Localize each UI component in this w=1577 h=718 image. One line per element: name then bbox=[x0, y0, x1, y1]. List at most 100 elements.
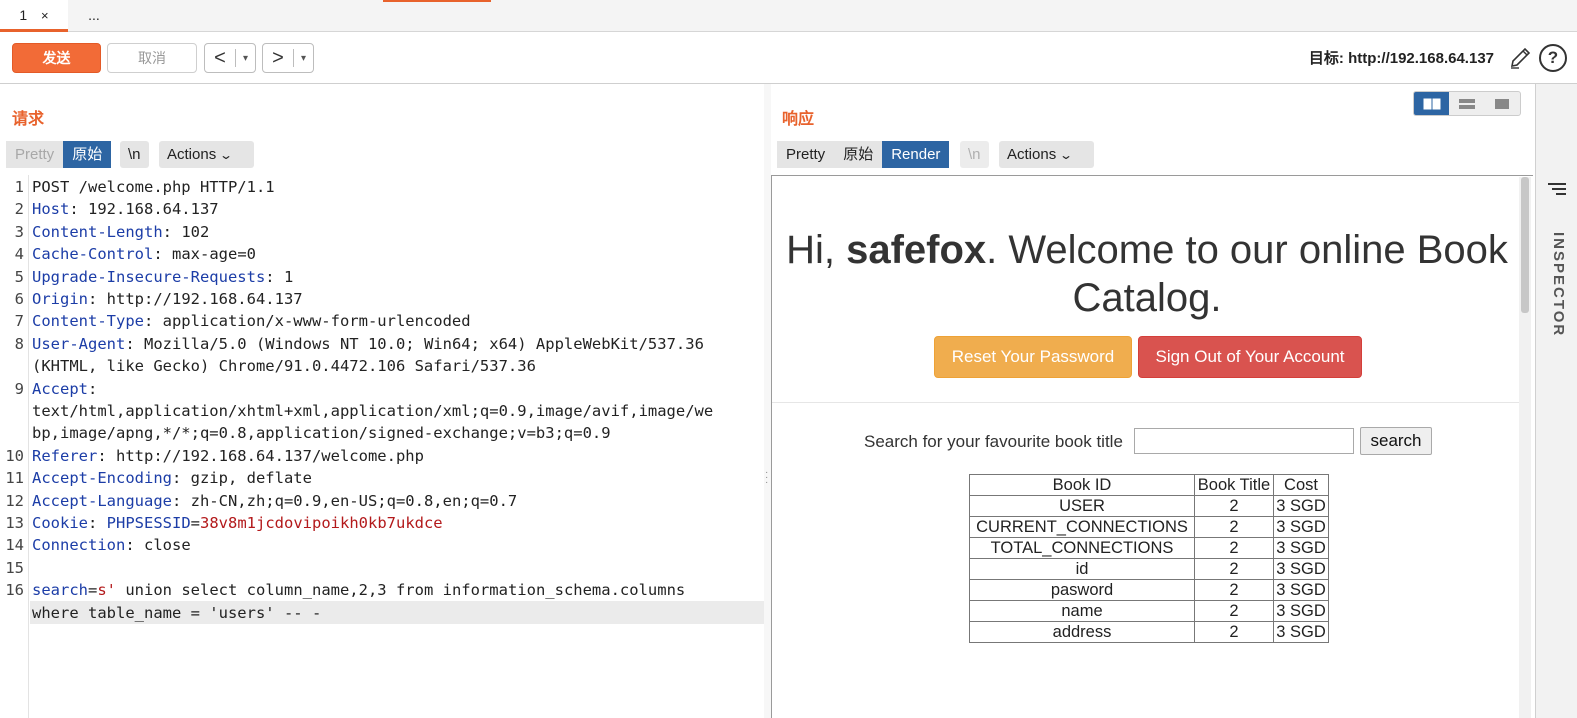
line-number: 1 bbox=[14, 178, 24, 196]
search-label: Search for your favourite book title bbox=[864, 432, 1123, 451]
header-value: : max-age=0 bbox=[153, 245, 256, 264]
header-name: Connection bbox=[32, 536, 126, 555]
cancel-button[interactable]: 取消 bbox=[107, 43, 197, 73]
cell-book-title: 2 bbox=[1194, 495, 1274, 517]
param-value: s' bbox=[97, 581, 117, 600]
column-header-book-title: Book Title bbox=[1194, 474, 1274, 496]
code-line: Upgrade-Insecure-Requests: 1 bbox=[32, 268, 293, 286]
cell-cost: 3 SGD bbox=[1273, 516, 1329, 538]
header-name: User-Agent bbox=[32, 334, 126, 353]
line-number: 6 bbox=[14, 290, 24, 308]
target-label: 目标: http://192.168.64.137 bbox=[1308, 50, 1494, 67]
code-line: POST /welcome.php HTTP/1.1 bbox=[32, 178, 275, 196]
line-number: 13 bbox=[5, 514, 24, 532]
actions-label: Actions bbox=[1007, 146, 1057, 163]
column-header-cost: Cost bbox=[1273, 474, 1329, 496]
response-tab-render[interactable]: Render bbox=[882, 141, 950, 168]
header-value: : 1 bbox=[265, 267, 294, 286]
layout-stacked-icon[interactable] bbox=[1449, 92, 1484, 115]
layout-side-by-side-icon[interactable] bbox=[1414, 92, 1450, 115]
header-value: : bbox=[88, 514, 107, 532]
layout-tabs-icon[interactable] bbox=[1485, 92, 1520, 115]
send-button[interactable]: 发送 bbox=[12, 43, 101, 73]
cell-book-id: CURRENT_CONNECTIONS bbox=[969, 516, 1195, 538]
response-scrollbar[interactable] bbox=[1519, 177, 1531, 718]
splitter-grip-icon[interactable]: · · · bbox=[765, 468, 768, 488]
tab-more[interactable]: ... bbox=[70, 0, 118, 32]
username: safefox bbox=[846, 228, 987, 272]
back-button[interactable]: < bbox=[205, 44, 235, 72]
inspector-menu-icon[interactable] bbox=[1546, 182, 1568, 196]
greeting-suffix: . Welcome to our online Book Catalog. bbox=[986, 228, 1508, 320]
request-actions-menu[interactable]: Actions ⌄ bbox=[159, 141, 254, 168]
table-row: TOTAL_CONNECTIONS 2 3 SGD bbox=[969, 537, 1329, 559]
tab-1-label: 1 bbox=[19, 7, 28, 23]
search-button[interactable]: search bbox=[1360, 427, 1432, 455]
code-line: Connection: close bbox=[32, 536, 191, 554]
header-name: Accept-Language bbox=[32, 491, 172, 510]
cell-book-id: pasword bbox=[969, 579, 1195, 601]
code-line-continuation: (KHTML, like Gecko) Chrome/91.0.4472.106… bbox=[32, 357, 536, 376]
back-history-dropdown[interactable]: ▾ bbox=[236, 53, 255, 64]
cell-book-title: 2 bbox=[1194, 516, 1274, 538]
header-name: Cookie bbox=[32, 514, 88, 532]
scrollbar-thumb[interactable] bbox=[1521, 177, 1529, 313]
request-title: 请求 bbox=[12, 111, 45, 128]
header-value: : http://192.168.64.137/welcome.php bbox=[97, 446, 424, 465]
actions-label: Actions bbox=[167, 146, 217, 163]
cell-book-title: 2 bbox=[1194, 621, 1274, 643]
response-tab-raw[interactable]: 原始 bbox=[834, 141, 883, 168]
response-render-view: Hi, safefox. Welcome to our online Book … bbox=[771, 175, 1533, 718]
cookie-name: PHPSESSID bbox=[106, 514, 191, 532]
request-tab-pretty[interactable]: Pretty bbox=[6, 141, 64, 168]
header-value: : application/x-www-form-urlencoded bbox=[143, 312, 471, 331]
panel-splitter[interactable] bbox=[764, 84, 771, 718]
cookie-value: 38v8m1jcdovipoikh0kb7ukdce bbox=[200, 514, 443, 532]
line-number: 12 bbox=[5, 491, 24, 510]
forward-button-group: > ▾ bbox=[262, 43, 314, 73]
chevron-down-icon: ⌄ bbox=[1059, 148, 1074, 162]
pencil-icon[interactable] bbox=[1509, 46, 1531, 70]
code-line: Referer: http://192.168.64.137/welcome.p… bbox=[32, 447, 424, 465]
header-value: : zh-CN,zh;q=0.9,en-US;q=0.8,en;q=0.7 bbox=[171, 491, 518, 510]
code-line-continuation: bp,image/apng,*/*;q=0.8,application/sign… bbox=[32, 424, 611, 443]
table-row: pasword 2 3 SGD bbox=[969, 579, 1329, 601]
header-name: Content-Length bbox=[32, 222, 163, 241]
cell-cost: 3 SGD bbox=[1273, 600, 1329, 622]
cell-book-id: TOTAL_CONNECTIONS bbox=[969, 537, 1195, 559]
table-header-row: Book ID Book Title Cost bbox=[969, 474, 1329, 496]
header-name: Upgrade-Insecure-Requests bbox=[32, 267, 266, 286]
code-line: Cookie: PHPSESSID=38v8m1jcdovipoikh0kb7u… bbox=[32, 514, 443, 532]
header-value: : close bbox=[125, 536, 191, 555]
forward-button[interactable]: > bbox=[263, 44, 293, 72]
inspector-panel[interactable]: INSPECTOR bbox=[1535, 84, 1577, 718]
line-number: 15 bbox=[5, 558, 24, 577]
help-icon[interactable]: ? bbox=[1539, 44, 1567, 72]
cell-cost: 3 SGD bbox=[1273, 579, 1329, 601]
line-number: 2 bbox=[14, 200, 24, 219]
inspector-label: INSPECTOR bbox=[1550, 232, 1567, 338]
cell-book-title: 2 bbox=[1194, 579, 1274, 601]
book-table: Book ID Book Title Cost USER 2 3 SGD CURREN… bbox=[969, 474, 1329, 643]
reset-password-button[interactable]: Reset Your Password bbox=[934, 336, 1132, 378]
sign-out-button[interactable]: Sign Out of Your Account bbox=[1138, 336, 1362, 378]
greeting-prefix: Hi, bbox=[786, 228, 847, 272]
request-newline-toggle[interactable]: \n bbox=[120, 141, 149, 168]
request-tab-raw[interactable]: 原始 bbox=[63, 141, 112, 168]
cell-cost: 3 SGD bbox=[1273, 495, 1329, 517]
request-editor[interactable]: 1 POST /welcome.php HTTP/1.1 2 Host: 192.16… bbox=[0, 175, 764, 718]
search-input[interactable] bbox=[1134, 428, 1354, 454]
chevron-down-icon: ⌄ bbox=[219, 148, 234, 162]
response-tab-pretty[interactable]: Pretty bbox=[777, 141, 835, 168]
code-line: Content-Length: 102 bbox=[32, 223, 209, 241]
response-title: 响应 bbox=[782, 111, 815, 128]
response-actions-menu[interactable]: Actions ⌄ bbox=[999, 141, 1094, 168]
layout-toggle bbox=[1413, 91, 1521, 116]
request-line-text: POST /welcome.php HTTP/1.1 bbox=[32, 178, 275, 196]
header-name: Accept-Encoding bbox=[32, 469, 172, 488]
close-tab-icon[interactable]: × bbox=[41, 8, 49, 23]
forward-history-dropdown[interactable]: ▾ bbox=[294, 53, 313, 64]
code-line: Cache-Control: max-age=0 bbox=[32, 245, 256, 263]
tab-1[interactable]: 1 × bbox=[0, 0, 68, 32]
code-line: Accept-Language: zh-CN,zh;q=0.9,en-US;q=… bbox=[32, 492, 517, 510]
